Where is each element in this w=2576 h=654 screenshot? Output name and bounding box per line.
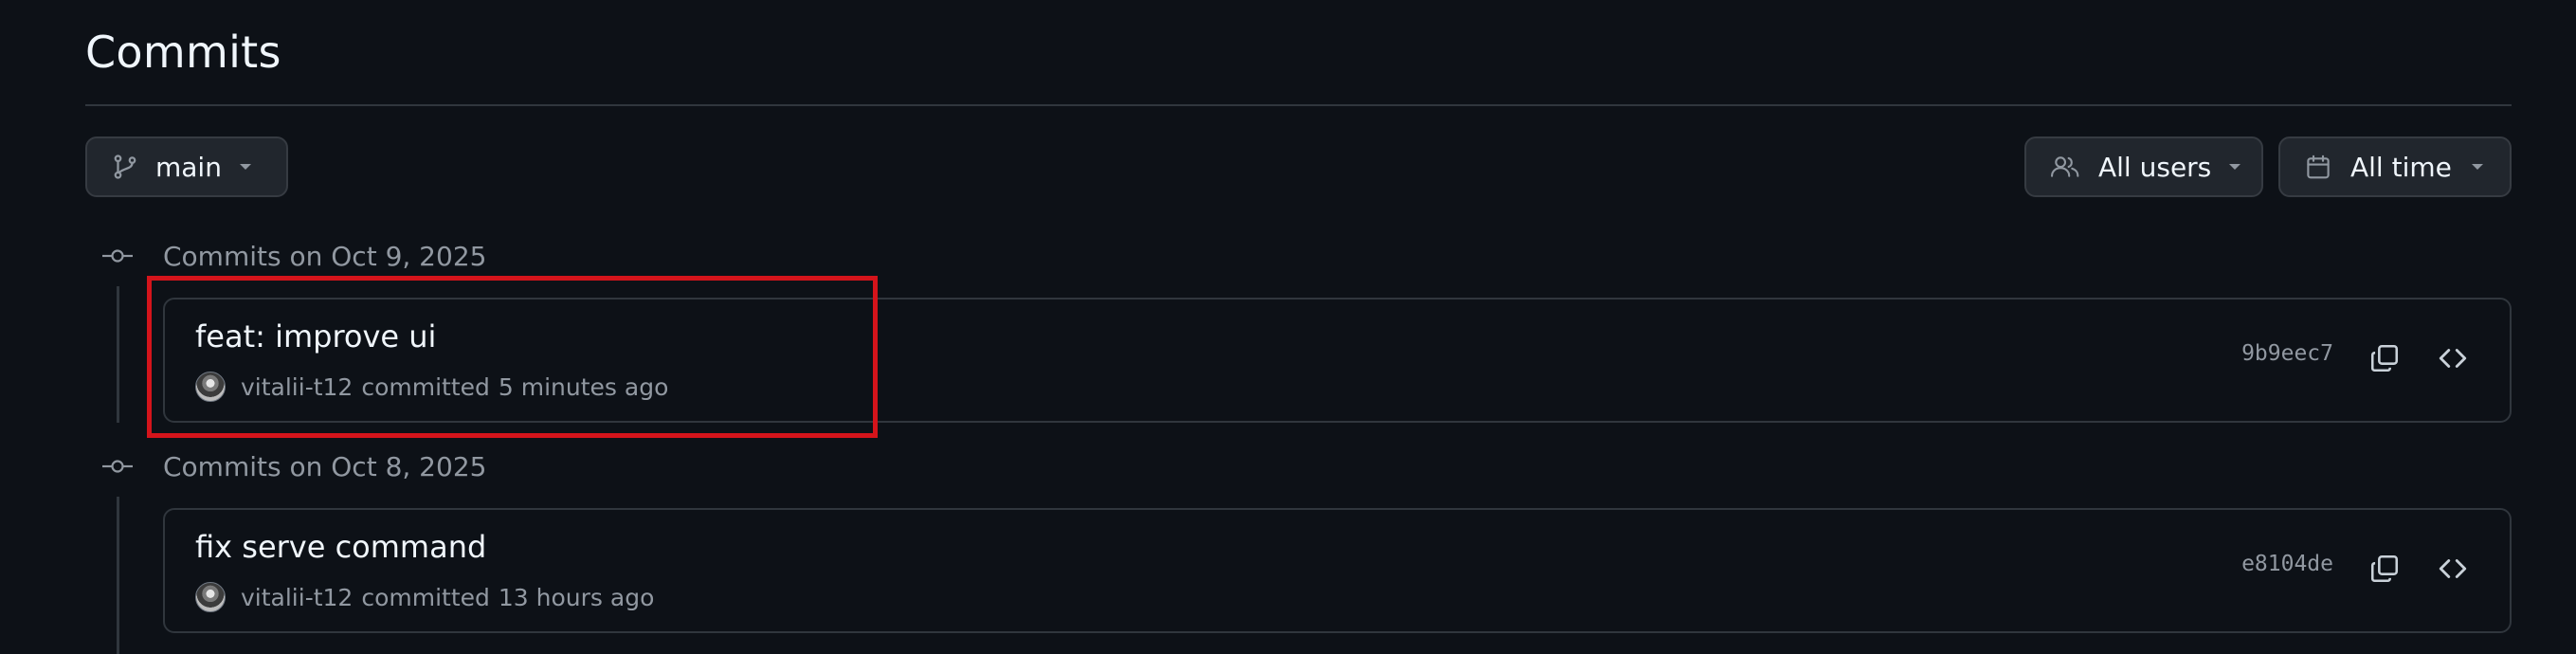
git-commit-icon [100,246,135,265]
copy-sha-button[interactable] [2362,548,2407,593]
commit-message-link[interactable]: feat: improve ui [195,318,436,354]
copy-sha-button[interactable] [2362,337,2407,383]
commit-action: committed [361,583,490,611]
triangle-down-icon [2228,163,2241,171]
commit-sha[interactable]: 9b9eec7 [2241,341,2333,366]
commit-meta: vitalii-t12 committed 5 minutes ago [195,370,668,404]
git-commit-icon [100,457,135,476]
commit-group-header: Commits on Oct 8, 2025 [100,447,486,485]
git-branch-icon [110,152,140,182]
browse-code-button[interactable] [2430,548,2476,593]
commit-group-date: Commits on Oct 8, 2025 [163,450,487,482]
timeline-line [117,497,119,654]
commit-time: 5 minutes ago [498,372,669,401]
calendar-icon [2303,152,2333,182]
browse-code-button[interactable] [2430,337,2476,383]
code-icon [2437,342,2469,378]
page-title: Commits [85,27,281,78]
commit-meta: vitalii-t12 committed 13 hours ago [195,580,654,614]
commit-author[interactable]: vitalii-t12 [241,373,353,401]
commit-row[interactable]: feat: improve ui vitalii-t12 committed 5… [163,298,2512,423]
commit-group-date: Commits on Oct 9, 2025 [163,240,487,272]
branch-selector-button[interactable]: main [85,136,288,197]
commit-group-header: Commits on Oct 9, 2025 [100,237,486,275]
avatar[interactable] [195,582,226,612]
time-filter-button[interactable]: All time [2278,136,2512,197]
commit-author[interactable]: vitalii-t12 [241,584,353,611]
triangle-down-icon [239,163,252,171]
commit-action: committed [361,372,490,401]
users-filter-label: All users [2098,151,2212,183]
time-filter-label: All time [2350,151,2452,183]
users-filter-button[interactable]: All users [2024,136,2263,197]
commit-time: 13 hours ago [498,583,655,611]
code-icon [2437,553,2469,589]
copy-icon [2368,342,2401,378]
people-icon [2049,152,2081,182]
copy-icon [2368,553,2401,589]
timeline-line [117,286,119,423]
title-divider [85,104,2512,106]
commit-sha[interactable]: e8104de [2241,552,2333,576]
commits-page: Commits main All users All time Commits … [0,0,2576,654]
commit-row[interactable]: fix serve command vitalii-t12 committed … [163,508,2512,633]
triangle-down-icon [2471,163,2484,171]
commit-message-link[interactable]: fix serve command [195,529,486,565]
avatar[interactable] [195,372,226,402]
branch-label: main [155,151,222,183]
